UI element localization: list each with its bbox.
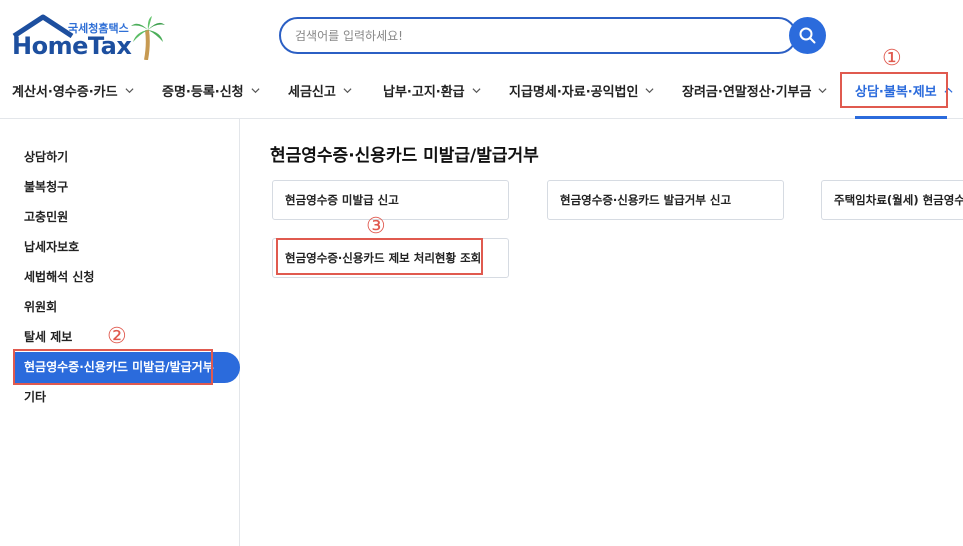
search-box (279, 17, 797, 54)
logo-title: HomeTax (12, 32, 132, 60)
gnb-item-label: 지급명세·자료·공익법인 (509, 84, 639, 100)
menu-card-label: 현금영수증 미발급 신고 (285, 193, 399, 207)
sidebar-item-label: 불복청구 (24, 179, 69, 194)
sidebar-item-consult[interactable]: 상담하기 (24, 146, 68, 166)
sidebar-item-appeal[interactable]: 불복청구 (24, 176, 68, 196)
site-header: 국세청홈택스 HomeTax 계산서·영수증·카드 증명·등록·신청 세금신 (0, 0, 963, 119)
menu-card-label: 주택임차료(월세) 현금영수증 발급 (834, 193, 963, 207)
chevron-down-icon (818, 87, 827, 93)
search-button[interactable] (789, 17, 826, 54)
sidebar-item-taxpayer-protection[interactable]: 납세자보호 (24, 236, 79, 256)
menu-card-issuance-refusal-report[interactable]: 현금영수증·신용카드 발급거부 신고 (547, 180, 784, 220)
gnb-active-underline (855, 116, 947, 119)
sidebar-item-label: 탈세 제보 (24, 329, 73, 344)
gnb-item-incentive-yearend[interactable]: 장려금·연말정산·기부금 (682, 80, 827, 100)
annotation-number-2: ② (107, 324, 127, 349)
palm-tree-icon (131, 16, 165, 60)
hometax-logo[interactable]: 국세청홈택스 HomeTax (12, 14, 172, 64)
gnb-item-payment-statement[interactable]: 지급명세·자료·공익법인 (509, 80, 654, 100)
annotation-box-3 (276, 238, 483, 275)
gnb-item-label: 계산서·영수증·카드 (12, 84, 118, 100)
sidebar-item-label: 세법해석 신청 (24, 269, 95, 284)
gnb-item-tax-filing[interactable]: 세금신고 (288, 80, 352, 100)
sidebar-item-committee[interactable]: 위원회 (24, 296, 57, 316)
gnb-item-payment-refund[interactable]: 납부·고지·환급 (383, 80, 481, 100)
chevron-down-icon (125, 87, 134, 93)
sidebar-item-tax-evasion-report[interactable]: 탈세 제보 (24, 326, 72, 346)
chevron-down-icon (472, 87, 481, 93)
sidebar-item-label: 고충민원 (24, 209, 69, 224)
search-input[interactable] (295, 27, 765, 45)
menu-card-label: 현금영수증·신용카드 발급거부 신고 (560, 193, 732, 207)
sidebar-item-label: 납세자보호 (24, 239, 80, 254)
global-navigation: 계산서·영수증·카드 증명·등록·신청 세금신고 납부·고지·환급 지급명세·자… (0, 70, 963, 119)
chevron-down-icon (251, 87, 260, 93)
gnb-item-label: 증명·등록·신청 (162, 84, 244, 100)
gnb-item-label: 장려금·연말정산·기부금 (682, 84, 812, 100)
annotation-number-1: ① (882, 46, 902, 71)
annotation-box-1 (840, 72, 948, 108)
search-icon (799, 27, 816, 44)
sidebar-item-other[interactable]: 기타 (24, 386, 46, 406)
gnb-item-label: 세금신고 (288, 84, 336, 100)
annotation-number-3: ③ (366, 214, 386, 239)
sidebar-item-label: 상담하기 (24, 149, 69, 164)
menu-card-monthly-rent-receipt[interactable]: 주택임차료(월세) 현금영수증 발급 (821, 180, 963, 220)
menu-card-cash-receipt-non-issuance[interactable]: 현금영수증 미발급 신고 (272, 180, 509, 220)
sidebar-item-label: 기타 (24, 389, 47, 404)
chevron-down-icon (343, 87, 352, 93)
sidebar-item-grievance[interactable]: 고충민원 (24, 206, 68, 226)
gnb-item-certificate-registration[interactable]: 증명·등록·신청 (162, 80, 260, 100)
gnb-item-label: 납부·고지·환급 (383, 84, 465, 100)
page-title: 현금영수증·신용카드 미발급/발급거부 (270, 146, 539, 166)
sidebar-item-tax-law-interpretation[interactable]: 세법해석 신청 (24, 266, 94, 286)
chevron-down-icon (645, 87, 654, 93)
gnb-item-invoice-receipt-card[interactable]: 계산서·영수증·카드 (12, 80, 134, 100)
annotation-box-2 (13, 349, 213, 385)
sidebar-item-label: 위원회 (24, 299, 58, 314)
